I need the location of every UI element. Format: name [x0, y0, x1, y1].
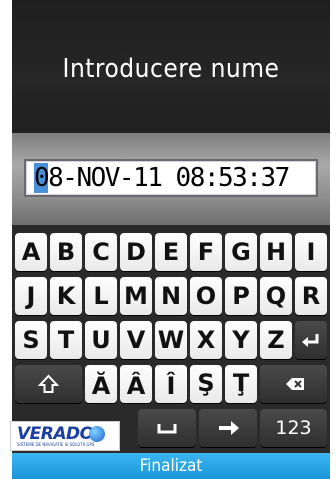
key-label: L — [93, 282, 109, 310]
cursor-right-key[interactable] — [199, 409, 257, 447]
key-label: Ă — [91, 372, 111, 400]
key-label: K — [56, 282, 76, 310]
key-f[interactable]: F — [190, 233, 222, 271]
key-label: J — [26, 282, 36, 310]
key-e[interactable]: E — [155, 233, 187, 271]
key-j[interactable]: J — [15, 277, 47, 315]
key-label: Ş — [197, 369, 215, 397]
text-cursor: 0 — [34, 163, 50, 193]
key-t-cedilla[interactable]: Ţ — [225, 365, 257, 403]
key-m[interactable]: M — [120, 277, 152, 315]
key-i-circumflex[interactable]: Î — [155, 365, 187, 403]
space-key[interactable] — [138, 409, 196, 447]
done-label: Finalizat — [139, 456, 203, 476]
key-label: G — [231, 238, 251, 266]
key-label: C — [92, 238, 110, 266]
key-c[interactable]: C — [85, 233, 117, 271]
enter-icon — [302, 334, 319, 347]
numbers-key[interactable]: 123 — [260, 409, 327, 447]
key-z[interactable]: Z — [260, 321, 292, 359]
key-b[interactable]: B — [50, 233, 82, 271]
name-input-text: 08-NOV-11 08:53:37 — [34, 163, 290, 193]
key-a[interactable]: A — [15, 233, 47, 271]
key-y[interactable]: Y — [225, 321, 257, 359]
shift-icon — [37, 374, 60, 393]
key-label: Ţ — [232, 369, 250, 397]
name-input-field[interactable]: 08-NOV-11 08:53:37 — [24, 159, 318, 197]
key-s-cedilla[interactable]: Ş — [190, 365, 222, 403]
key-t[interactable]: T — [50, 321, 82, 359]
input-panel: 08-NOV-11 08:53:37 — [12, 133, 330, 225]
right-arrow-icon — [219, 421, 239, 435]
key-p[interactable]: P — [225, 277, 257, 315]
key-label: X — [196, 326, 216, 354]
key-label: Î — [166, 372, 176, 400]
key-label: A — [21, 238, 41, 266]
key-label: V — [126, 326, 146, 354]
key-label: M — [124, 282, 148, 310]
logo-text: VERADO — [17, 424, 94, 444]
key-o[interactable]: O — [190, 277, 222, 315]
key-label: E — [162, 238, 180, 266]
key-label: I — [306, 238, 316, 266]
key-v[interactable]: V — [120, 321, 152, 359]
globe-icon — [89, 426, 105, 442]
logo-subtext: SISTEME DE NAVIGATIE SI SOLUTII GPS — [17, 442, 95, 447]
input-value: 8-NOV-11 08:53:37 — [48, 163, 290, 193]
key-d[interactable]: D — [120, 233, 152, 271]
key-g[interactable]: G — [225, 233, 257, 271]
backspace-icon — [286, 378, 304, 390]
verado-logo: VERADO SISTEME DE NAVIGATIE SI SOLUTII G… — [10, 421, 120, 451]
key-label: T — [57, 326, 75, 354]
key-r[interactable]: R — [295, 277, 327, 315]
key-l[interactable]: L — [85, 277, 117, 315]
enter-key[interactable] — [295, 321, 327, 359]
key-label: F — [197, 238, 215, 266]
key-label: Q — [265, 282, 287, 310]
key-u[interactable]: U — [85, 321, 117, 359]
backspace-key[interactable] — [260, 365, 327, 403]
on-screen-keyboard: A B C D E F G H I J K L M N O P Q R S T … — [12, 225, 330, 453]
done-button[interactable]: Finalizat — [12, 453, 330, 479]
key-i[interactable]: I — [295, 233, 327, 271]
key-label: Â — [126, 372, 146, 400]
key-label: W — [157, 326, 185, 354]
key-label: H — [265, 238, 287, 266]
key-q[interactable]: Q — [260, 277, 292, 315]
key-label: O — [195, 282, 217, 310]
device-screen: Introducere nume 08-NOV-11 08:53:37 A B … — [12, 0, 330, 479]
key-s[interactable]: S — [15, 321, 47, 359]
key-a-circumflex[interactable]: Â — [120, 365, 152, 403]
title-bar: Introducere nume — [12, 0, 330, 133]
key-label: B — [56, 238, 76, 266]
key-n[interactable]: N — [155, 277, 187, 315]
key-label: R — [301, 282, 321, 310]
key-label: Y — [232, 326, 250, 354]
page-title: Introducere nume — [62, 54, 280, 84]
key-label: S — [22, 326, 40, 354]
key-label: Z — [267, 326, 285, 354]
key-label: 123 — [275, 417, 312, 439]
key-label: D — [126, 238, 146, 266]
key-a-breve[interactable]: Ă — [85, 365, 117, 403]
key-label: N — [160, 282, 182, 310]
key-label: U — [91, 326, 111, 354]
key-label: P — [232, 282, 250, 310]
shift-key[interactable] — [15, 365, 82, 403]
key-w[interactable]: W — [155, 321, 187, 359]
key-h[interactable]: H — [260, 233, 292, 271]
key-x[interactable]: X — [190, 321, 222, 359]
key-k[interactable]: K — [50, 277, 82, 315]
space-icon — [157, 424, 177, 434]
